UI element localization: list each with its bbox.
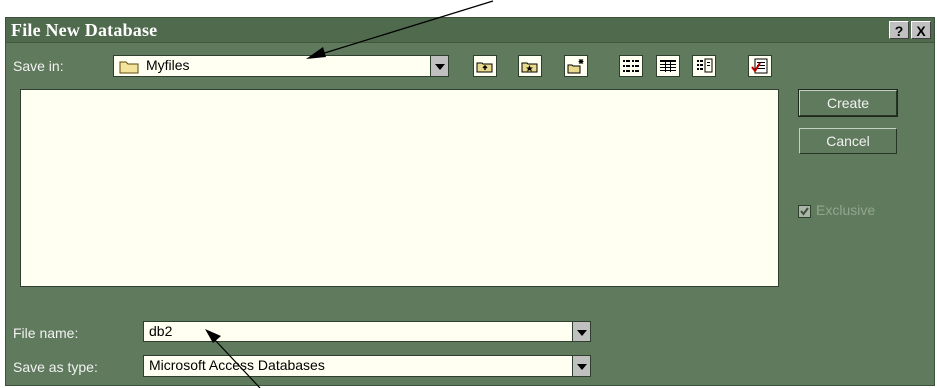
arrow-head-save-in: [306, 47, 326, 59]
arrow-head-file-name: [205, 329, 221, 343]
arrow-to-save-in: [317, 0, 494, 56]
arrow-to-file-name: [214, 339, 261, 388]
annotation-arrows: [205, 0, 494, 388]
